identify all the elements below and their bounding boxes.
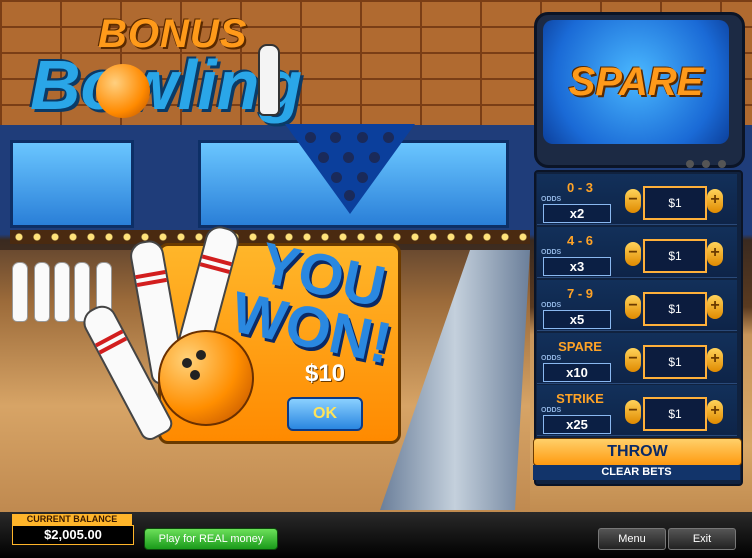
odds-multiplier: x25 [543, 415, 611, 434]
bet-amount: $1 [643, 397, 707, 431]
game-stage: BONUS Bowling YOU WON! $10 OK SPARE 0 - … [0, 0, 752, 558]
bet-row-7-9: 7 - 9 ODDS x5 − $1 + [537, 280, 737, 331]
odds-multiplier: x2 [543, 204, 611, 223]
odds-multiplier: x5 [543, 310, 611, 329]
logo-ball-icon [96, 64, 150, 118]
odds-multiplier: x10 [543, 363, 611, 382]
play-real-money-button[interactable]: Play for REAL money [144, 528, 278, 550]
pin-spot-icon [344, 190, 355, 201]
odds-label: ODDS [541, 407, 562, 414]
pin-spot-icon [369, 152, 380, 163]
clear-bets-button[interactable]: CLEAR BETS [533, 465, 740, 480]
bet-amount: $1 [643, 345, 707, 379]
bet-increase-button[interactable]: + [707, 242, 723, 266]
bet-decrease-button[interactable]: − [625, 400, 641, 424]
bet-range-label: 7 - 9 [566, 286, 593, 301]
bet-row-4-6: 4 - 6 ODDS x3 − $1 + [537, 227, 737, 278]
background-pin-icon [54, 262, 70, 322]
bet-range-label: 4 - 6 [566, 233, 593, 248]
bet-increase-button[interactable]: + [707, 295, 723, 319]
pin-spot-icon [343, 152, 354, 163]
odds-label: ODDS [541, 249, 562, 256]
bet-row-spare: SPARE ODDS x10 − $1 + [537, 333, 737, 384]
tv-led-icon [718, 160, 726, 168]
bet-range-label: 0 - 3 [566, 180, 593, 195]
pin-spot-icon [357, 172, 368, 183]
odds-label: ODDS [541, 302, 562, 309]
bet-decrease-button[interactable]: − [625, 189, 641, 213]
bet-decrease-button[interactable]: − [625, 348, 641, 372]
throw-button[interactable]: THROW [533, 438, 742, 466]
pin-spot-icon [331, 172, 342, 183]
ball-hole [182, 358, 192, 368]
bet-amount: $1 [643, 292, 707, 326]
bet-increase-button[interactable]: + [707, 400, 723, 424]
ball-hole [196, 350, 206, 360]
balance-value: $2,005.00 [12, 525, 134, 545]
back-screen-left [10, 140, 134, 228]
odds-multiplier: x3 [543, 257, 611, 276]
bet-decrease-button[interactable]: − [625, 242, 641, 266]
background-pin-icon [34, 262, 50, 322]
bet-increase-button[interactable]: + [707, 189, 723, 213]
bet-increase-button[interactable]: + [707, 348, 723, 372]
exit-button[interactable]: Exit [668, 528, 736, 550]
pin-spot-icon [383, 132, 394, 143]
bet-range-label: STRIKE [556, 391, 604, 406]
ok-button[interactable]: OK [287, 397, 363, 431]
bet-decrease-button[interactable]: − [625, 295, 641, 319]
balance-label: CURRENT BALANCE [12, 514, 132, 525]
tv-status-text: SPARE [568, 60, 704, 104]
tv-led-icon [702, 160, 710, 168]
pin-spot-icon [305, 132, 316, 143]
bet-amount: $1 [643, 186, 707, 220]
odds-label: ODDS [541, 355, 562, 362]
won-amount: $10 [304, 360, 346, 387]
pin-spot-icon [318, 152, 329, 163]
pin-spot-icon [330, 132, 341, 143]
menu-button[interactable]: Menu [598, 528, 666, 550]
bet-range-label: SPARE [558, 339, 602, 354]
background-pin-icon [12, 262, 28, 322]
bet-row-strike: STRIKE ODDS x25 − $1 + [537, 385, 737, 436]
logo-pin-icon [258, 44, 280, 116]
ball-hole [190, 370, 200, 380]
tv-led-icon [686, 160, 694, 168]
bet-row-0-3: 0 - 3 ODDS x2 − $1 + [537, 174, 737, 225]
bet-amount: $1 [643, 239, 707, 273]
pin-spot-icon [357, 132, 368, 143]
odds-label: ODDS [541, 196, 562, 203]
pin-stripe [136, 277, 167, 288]
